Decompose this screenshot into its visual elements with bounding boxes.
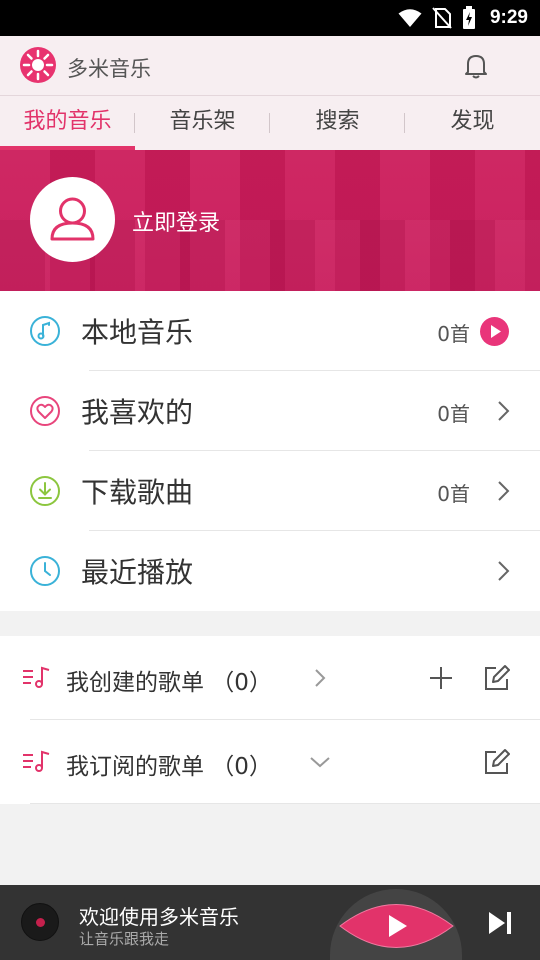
tab-discover[interactable]: 发现 (405, 96, 540, 150)
menu-item-label: 最近播放 (81, 556, 194, 589)
clock: 9:29 (489, 7, 528, 28)
now-playing-title: 欢迎使用多米音乐 (79, 905, 239, 929)
edit-icon[interactable] (482, 747, 512, 777)
tab-label: 搜索 (315, 109, 360, 134)
edit-icon[interactable] (482, 663, 512, 693)
mini-player[interactable]: 欢迎使用多米音乐 让音乐跟我走 (0, 885, 540, 960)
playlist-icon (23, 666, 50, 688)
menu-item-favorites[interactable]: 我喜欢的 0首 (0, 371, 540, 451)
download-icon (30, 476, 60, 506)
chevron-right-icon (498, 561, 510, 581)
tab-my-music[interactable]: 我的音乐 (0, 96, 135, 150)
playlist-created-label: 我创建的歌单 （0） (66, 670, 272, 696)
playlist-created-row[interactable]: 我创建的歌单 （0） (0, 636, 540, 720)
album-disc-icon[interactable] (21, 903, 59, 941)
menu-item-label: 下载歌曲 (81, 476, 194, 509)
song-count: 0首 (437, 402, 470, 426)
battery-charging-icon (462, 6, 475, 29)
add-playlist-icon[interactable] (426, 663, 456, 693)
notification-bell-icon[interactable] (462, 52, 490, 80)
next-track-icon[interactable] (486, 909, 514, 937)
wifi-icon (398, 9, 422, 27)
song-count: 0首 (437, 482, 470, 506)
tab-label: 音乐架 (169, 109, 236, 134)
tab-music-shelf[interactable]: 音乐架 (135, 96, 270, 150)
divider (30, 803, 540, 804)
playlist-section: 我创建的歌单 （0） 我订阅的歌单 （0） (0, 636, 540, 804)
no-sim-icon (432, 7, 452, 29)
app-title: 多米音乐 (67, 57, 151, 81)
play-button[interactable] (338, 895, 455, 957)
menu-item-downloads[interactable]: 下载歌曲 0首 (0, 451, 540, 531)
song-count: 0首 (437, 322, 470, 346)
my-music-menu: 本地音乐 0首 我喜欢的 0首 下载歌曲 0首 最近播放 (0, 291, 540, 611)
play-all-icon[interactable] (480, 317, 509, 346)
app-logo-icon (20, 47, 56, 83)
playlist-subscribed-row[interactable]: 我订阅的歌单 （0） (0, 720, 540, 804)
heart-icon (30, 396, 60, 426)
music-note-icon (30, 316, 60, 346)
playlist-icon (23, 750, 50, 772)
status-bar: 9:29 (0, 0, 540, 36)
avatar[interactable] (30, 177, 115, 262)
chevron-right-icon (498, 481, 510, 501)
menu-item-local-music[interactable]: 本地音乐 0首 (0, 291, 540, 371)
user-icon (50, 197, 95, 241)
tab-label: 发现 (450, 109, 495, 134)
clock-icon (30, 556, 60, 586)
playlist-subscribed-label: 我订阅的歌单 （0） (66, 754, 272, 780)
menu-item-label: 我喜欢的 (81, 396, 194, 429)
main-tabs: 我的音乐 音乐架 搜索 发现 (0, 96, 540, 150)
login-button[interactable]: 立即登录 (132, 205, 220, 237)
chevron-right-icon (498, 401, 510, 421)
chevron-right-icon[interactable] (305, 663, 335, 693)
user-banner: 立即登录 (0, 150, 540, 291)
tab-label: 我的音乐 (23, 109, 112, 134)
now-playing-subtitle: 让音乐跟我走 (79, 930, 170, 948)
tab-search[interactable]: 搜索 (270, 96, 405, 150)
chevron-down-icon[interactable] (305, 747, 335, 777)
app-bar: 多米音乐 (0, 36, 540, 96)
menu-item-recent[interactable]: 最近播放 (0, 531, 540, 611)
menu-item-label: 本地音乐 (81, 316, 194, 349)
